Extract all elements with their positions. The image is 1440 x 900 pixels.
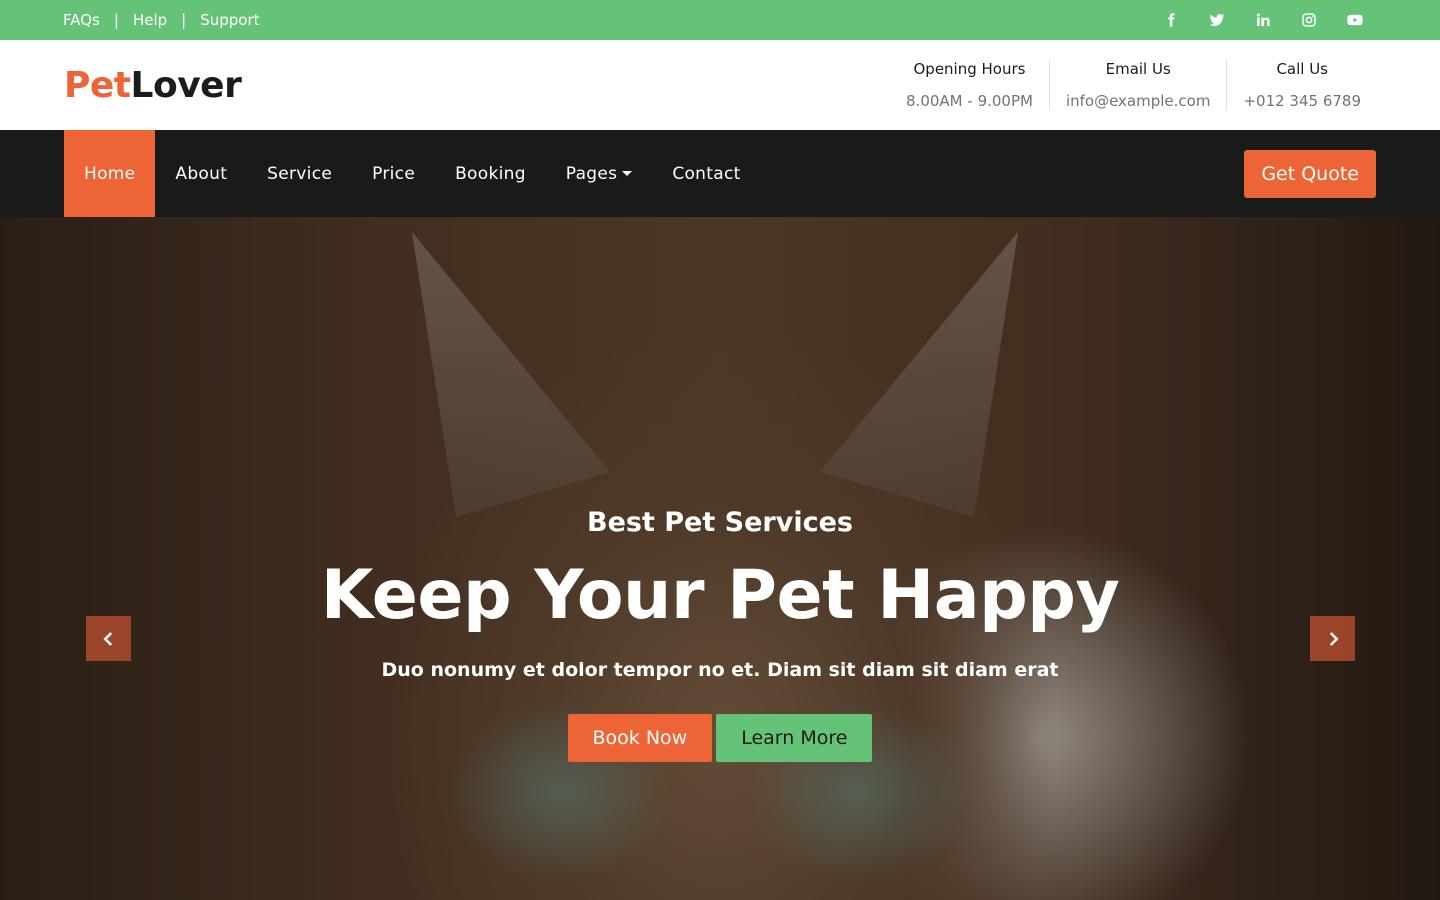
logo[interactable]: PetLover <box>64 64 242 106</box>
linkedin-icon[interactable] <box>1240 0 1286 40</box>
nav-item-price[interactable]: Price <box>352 130 435 217</box>
phone-info: Call Us +012 345 6789 <box>1226 60 1377 110</box>
hero-carousel: Best Pet Services Keep Your Pet Happy Du… <box>0 217 1440 900</box>
site-header: PetLover Opening Hours 8.00AM - 9.00PM E… <box>0 40 1440 130</box>
info-value[interactable]: +012 345 6789 <box>1243 92 1361 110</box>
separator: | <box>181 11 187 29</box>
facebook-icon[interactable] <box>1148 0 1194 40</box>
help-link[interactable]: Help <box>133 11 167 29</box>
logo-part-pet: Pet <box>64 64 131 106</box>
hero-subtitle: Best Pet Services <box>587 507 853 538</box>
nav-item-booking[interactable]: Booking <box>435 130 546 217</box>
hero-caption: Best Pet Services Keep Your Pet Happy Du… <box>0 507 1440 762</box>
hero-buttons: Book Now Learn More <box>0 714 1440 762</box>
get-quote-button[interactable]: Get Quote <box>1244 149 1376 198</box>
contact-info: Opening Hours 8.00AM - 9.00PM Email Us i… <box>890 40 1377 130</box>
youtube-icon[interactable] <box>1332 0 1378 40</box>
main-navbar: Home About Service Price Booking Pages C… <box>0 130 1440 217</box>
top-bar: FAQs | Help | Support <box>0 0 1440 40</box>
nav-item-service[interactable]: Service <box>247 130 352 217</box>
opening-hours-info: Opening Hours 8.00AM - 9.00PM <box>890 60 1049 110</box>
top-links: FAQs | Help | Support <box>63 11 260 29</box>
nav-item-about[interactable]: About <box>155 130 247 217</box>
twitter-icon[interactable] <box>1194 0 1240 40</box>
nav-item-home[interactable]: Home <box>64 130 156 217</box>
nav-item-label: Pages <box>565 163 618 184</box>
nav-menu: Home About Service Price Booking Pages C… <box>64 130 761 217</box>
info-title: Call Us <box>1276 60 1328 78</box>
nav-item-contact[interactable]: Contact <box>652 130 760 217</box>
book-now-button[interactable]: Book Now <box>567 714 713 762</box>
email-info: Email Us info@example.com <box>1048 60 1227 110</box>
learn-more-button[interactable]: Learn More <box>716 714 873 762</box>
faqs-link[interactable]: FAQs <box>63 11 100 29</box>
caret-down-icon <box>622 171 633 176</box>
info-value: 8.00AM - 9.00PM <box>906 92 1033 110</box>
logo-part-lover: Lover <box>130 64 242 106</box>
info-title: Opening Hours <box>913 60 1026 78</box>
social-links <box>1148 0 1378 40</box>
hero-title: Keep Your Pet Happy <box>320 556 1120 635</box>
hero-text: Duo nonumy et dolor tempor no et. Diam s… <box>381 659 1059 681</box>
info-value[interactable]: info@example.com <box>1066 92 1211 110</box>
instagram-icon[interactable] <box>1286 0 1332 40</box>
support-link[interactable]: Support <box>200 11 259 29</box>
separator: | <box>113 11 119 29</box>
info-title: Email Us <box>1105 60 1171 78</box>
nav-item-pages[interactable]: Pages <box>546 130 653 217</box>
